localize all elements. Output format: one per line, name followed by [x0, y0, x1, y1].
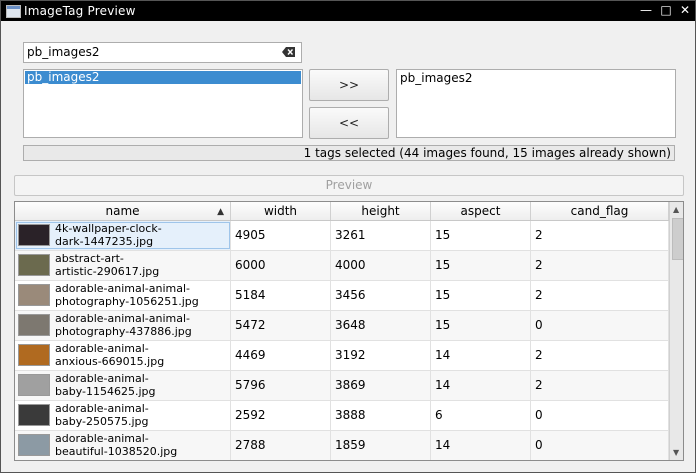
- cell-height[interactable]: 3888: [331, 401, 431, 430]
- scroll-up-icon[interactable]: ▲: [673, 205, 679, 214]
- table-row[interactable]: adorable-animal-baby-1154625.jpg 5796 3869…: [15, 371, 669, 401]
- scrollbar-thumb[interactable]: [672, 218, 683, 260]
- image-thumbnail: [18, 404, 50, 426]
- column-header-height[interactable]: height: [331, 202, 431, 220]
- cell-aspect[interactable]: 14: [431, 371, 531, 400]
- file-name: adorable-animal-baby-250575.jpg: [55, 402, 149, 428]
- cell-name[interactable]: adorable-animal-baby-250575.jpg: [15, 401, 231, 430]
- status-bar: 1 tags selected (44 images found, 15 ima…: [23, 145, 675, 161]
- image-thumbnail: [18, 314, 50, 336]
- file-name: abstract-art-artistic-290617.jpg: [55, 252, 160, 278]
- cell-height[interactable]: 3192: [331, 341, 431, 370]
- table-row[interactable]: adorable-animal-baby-250575.jpg 2592 3888 6…: [15, 401, 669, 431]
- cell-cand-flag[interactable]: 0: [531, 431, 669, 460]
- tag-search-input[interactable]: pb_images2: [23, 42, 302, 63]
- table-row[interactable]: adorable-animal-animal-photography-10562…: [15, 281, 669, 311]
- cell-cand-flag[interactable]: 0: [531, 401, 669, 430]
- cell-width[interactable]: 2788: [231, 431, 331, 460]
- table-row[interactable]: abstract-art-artistic-290617.jpg 6000 4000…: [15, 251, 669, 281]
- cell-width[interactable]: 2592: [231, 401, 331, 430]
- file-name: 4k-wallpaper-clock-dark-1447235.jpg: [55, 222, 162, 248]
- cell-height[interactable]: 3456: [331, 281, 431, 310]
- cell-cand-flag[interactable]: 2: [531, 371, 669, 400]
- tag-search-value: pb_images2: [27, 45, 100, 59]
- title-bar[interactable]: ImageTag Preview — □ ✕: [1, 1, 695, 21]
- selected-tag-item[interactable]: pb_images2: [400, 71, 473, 85]
- cell-height[interactable]: 3261: [331, 221, 431, 250]
- cell-name[interactable]: 4k-wallpaper-clock-dark-1447235.jpg: [15, 221, 231, 250]
- image-thumbnail: [18, 224, 50, 246]
- table-header: name ▲ width height aspect cand_flag: [15, 202, 669, 221]
- file-name: adorable-animal-baby-1154625.jpg: [55, 372, 156, 398]
- close-button[interactable]: ✕: [678, 2, 692, 18]
- image-thumbnail: [18, 374, 50, 396]
- cell-height[interactable]: 3648: [331, 311, 431, 340]
- main-content: pb_images2 pb_images2 >> << pb_images2 1…: [1, 21, 695, 472]
- available-tags-list[interactable]: pb_images2: [23, 69, 303, 138]
- image-thumbnail: [18, 284, 50, 306]
- cell-cand-flag[interactable]: 2: [531, 221, 669, 250]
- column-header-cand-flag[interactable]: cand_flag: [531, 202, 669, 220]
- cell-name[interactable]: adorable-animal-baby-1154625.jpg: [15, 371, 231, 400]
- available-tag-item[interactable]: pb_images2: [25, 71, 301, 84]
- cell-cand-flag[interactable]: 0: [531, 311, 669, 340]
- table-row[interactable]: adorable-animal-animal-photography-43788…: [15, 311, 669, 341]
- table-row[interactable]: adorable-animal-beautiful-1038520.jpg 278…: [15, 431, 669, 460]
- cell-width[interactable]: 4469: [231, 341, 331, 370]
- vertical-scrollbar[interactable]: ▲ ▼: [669, 202, 683, 460]
- cell-cand-flag[interactable]: 2: [531, 341, 669, 370]
- cell-height[interactable]: 4000: [331, 251, 431, 280]
- cell-name[interactable]: adorable-animal-animal-photography-43788…: [15, 311, 231, 340]
- column-header-width[interactable]: width: [231, 202, 331, 220]
- cell-name[interactable]: adorable-animal-beautiful-1038520.jpg: [15, 431, 231, 460]
- column-header-aspect[interactable]: aspect: [431, 202, 531, 220]
- selected-tags-list[interactable]: pb_images2: [396, 69, 676, 138]
- file-name: adorable-animal-anxious-669015.jpg: [55, 342, 165, 368]
- column-header-label: name: [105, 204, 140, 218]
- image-table: name ▲ width height aspect cand_flag 4k-…: [14, 201, 684, 461]
- file-name: adorable-animal-animal-photography-43788…: [55, 312, 192, 338]
- cell-aspect[interactable]: 15: [431, 281, 531, 310]
- cell-height[interactable]: 1859: [331, 431, 431, 460]
- cell-aspect[interactable]: 14: [431, 341, 531, 370]
- cell-width[interactable]: 5472: [231, 311, 331, 340]
- image-thumbnail: [18, 434, 50, 456]
- table-row[interactable]: adorable-animal-anxious-669015.jpg 4469 31…: [15, 341, 669, 371]
- cell-aspect[interactable]: 6: [431, 401, 531, 430]
- image-thumbnail: [18, 344, 50, 366]
- scroll-down-icon[interactable]: ▼: [673, 448, 679, 457]
- cell-width[interactable]: 6000: [231, 251, 331, 280]
- column-header-name[interactable]: name ▲: [15, 202, 231, 220]
- maximize-button[interactable]: □: [659, 2, 673, 18]
- cell-name[interactable]: adorable-animal-anxious-669015.jpg: [15, 341, 231, 370]
- cell-height[interactable]: 3869: [331, 371, 431, 400]
- cell-name[interactable]: adorable-animal-animal-photography-10562…: [15, 281, 231, 310]
- cell-cand-flag[interactable]: 2: [531, 251, 669, 280]
- app-window: ImageTag Preview — □ ✕ pb_images2 pb_ima…: [0, 0, 696, 473]
- window-title: ImageTag Preview: [24, 4, 136, 18]
- cell-aspect[interactable]: 15: [431, 251, 531, 280]
- cell-name[interactable]: abstract-art-artistic-290617.jpg: [15, 251, 231, 280]
- add-tag-button[interactable]: >>: [309, 69, 389, 101]
- status-text: 1 tags selected (44 images found, 15 ima…: [303, 146, 671, 160]
- cell-aspect[interactable]: 15: [431, 311, 531, 340]
- cell-aspect[interactable]: 14: [431, 431, 531, 460]
- cell-width[interactable]: 4905: [231, 221, 331, 250]
- cell-width[interactable]: 5184: [231, 281, 331, 310]
- cell-cand-flag[interactable]: 2: [531, 281, 669, 310]
- sort-ascending-icon: ▲: [217, 207, 224, 217]
- file-name: adorable-animal-animal-photography-10562…: [55, 282, 199, 308]
- minimize-button[interactable]: —: [639, 2, 653, 18]
- remove-tag-button[interactable]: <<: [309, 107, 389, 139]
- table-row[interactable]: 4k-wallpaper-clock-dark-1447235.jpg 4905 3…: [15, 221, 669, 251]
- preview-button[interactable]: Preview: [14, 175, 684, 196]
- file-name: adorable-animal-beautiful-1038520.jpg: [55, 432, 178, 458]
- cell-width[interactable]: 5796: [231, 371, 331, 400]
- image-thumbnail: [18, 254, 50, 276]
- backspace-clear-icon[interactable]: [282, 47, 296, 57]
- cell-aspect[interactable]: 15: [431, 221, 531, 250]
- app-window-icon: [6, 5, 21, 18]
